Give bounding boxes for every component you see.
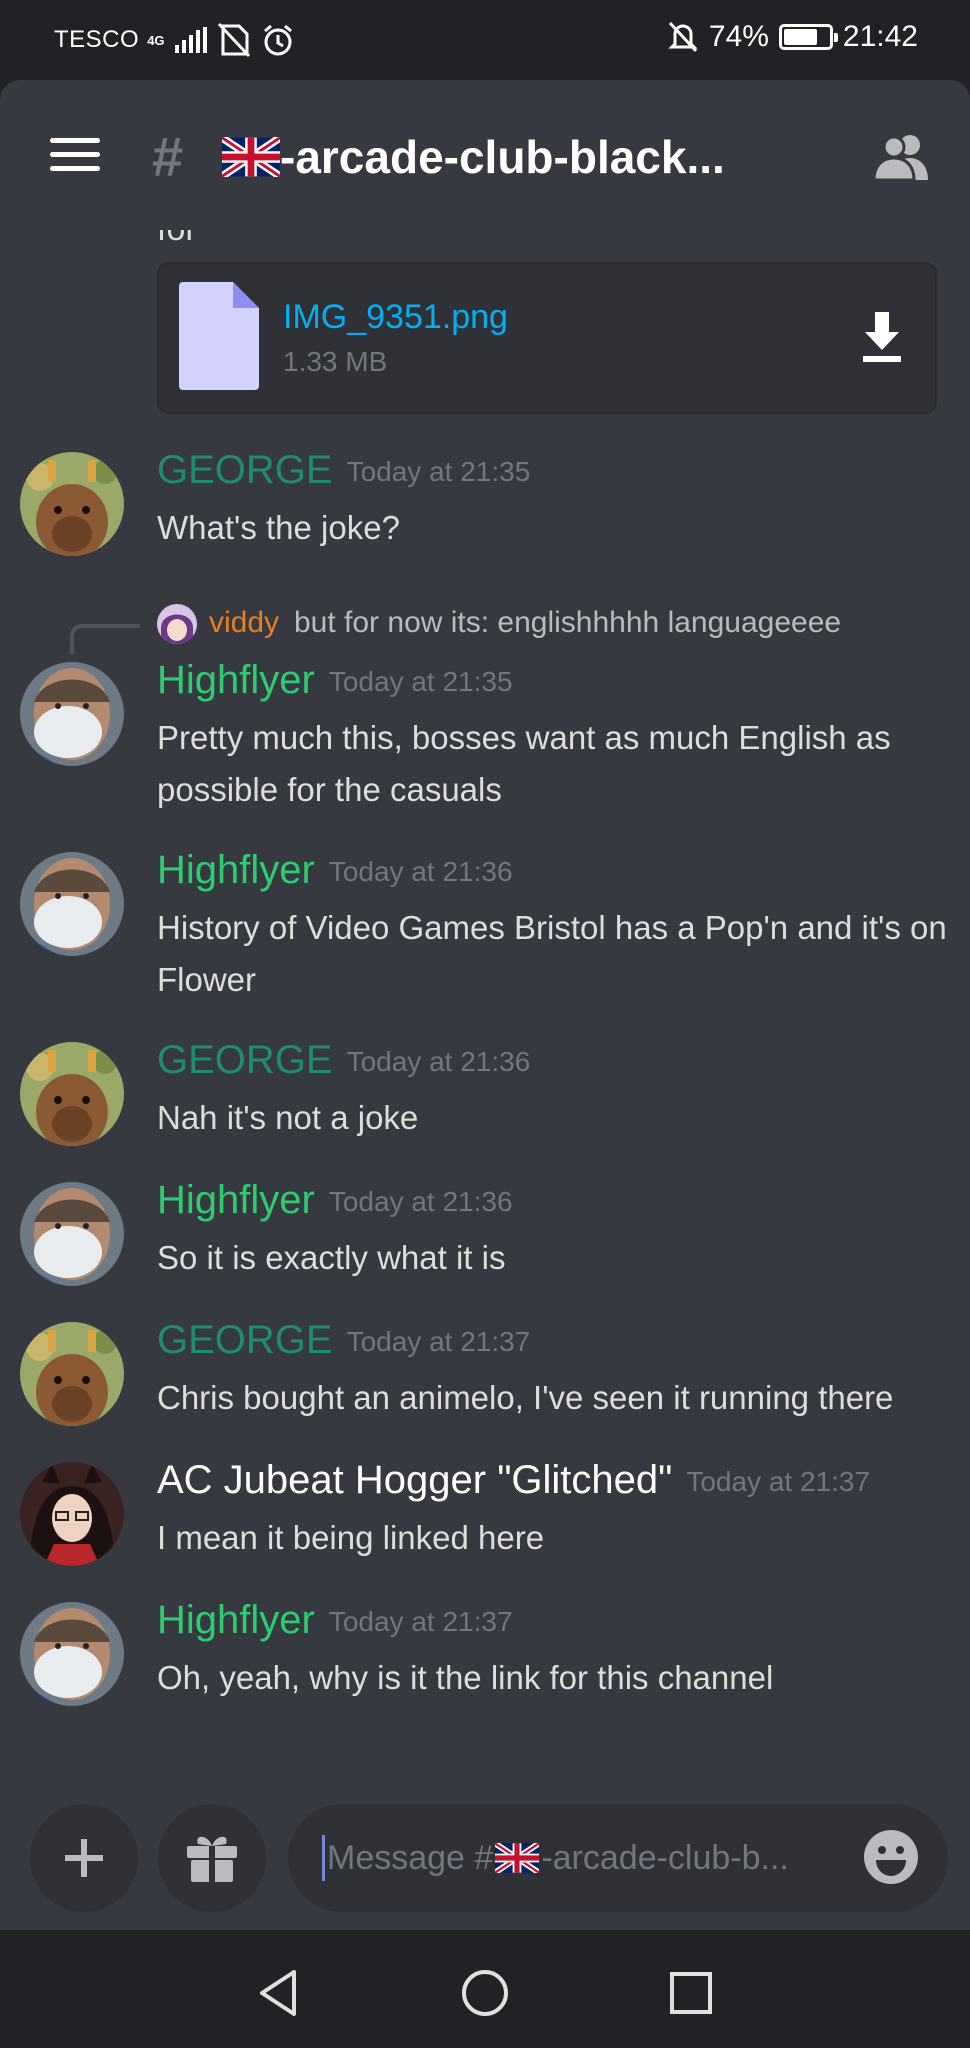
highflyer-avatar-image — [20, 1182, 124, 1286]
system-nav-bar — [0, 1930, 970, 2048]
message-text: Oh, yeah, why is it the link for this ch… — [157, 1659, 774, 1696]
members-icon[interactable] — [870, 132, 934, 182]
message-text: So it is exactly what it is — [157, 1239, 506, 1276]
author-name[interactable]: GEORGE — [157, 1318, 333, 1362]
placeholder-suffix: -arcade-club-b... — [541, 1838, 789, 1877]
message-composer: Message # -arcade-club-b... — [0, 1800, 970, 1930]
back-icon[interactable] — [252, 1966, 306, 2020]
download-icon[interactable] — [857, 310, 907, 364]
message-text: I mean it being linked here — [157, 1519, 545, 1556]
plus-icon — [65, 1839, 103, 1877]
author-name[interactable]: Highflyer — [157, 848, 315, 892]
uk-flag-icon — [495, 1843, 540, 1873]
capybara-avatar-image — [20, 1322, 124, 1426]
avatar-capybara[interactable] — [20, 1322, 124, 1426]
clock: 21:42 — [842, 20, 918, 53]
file-name-link[interactable]: IMG_9351.png — [283, 298, 508, 337]
message-text: What's the joke? — [157, 509, 400, 546]
message-timestamp: Today at 21:37 — [686, 1466, 871, 1498]
placeholder-prefix: Message # — [327, 1838, 494, 1877]
channel-title[interactable]: -arcade-club-black... — [222, 130, 822, 184]
menu-icon[interactable] — [50, 138, 100, 172]
highflyer-avatar-image — [20, 662, 124, 766]
reply-connector — [70, 624, 140, 654]
author-name[interactable]: Highflyer — [157, 1178, 315, 1222]
message-author[interactable]: Highflyer Today at 21:37 — [157, 1598, 513, 1643]
gift-button[interactable] — [158, 1804, 266, 1912]
message-author[interactable]: Highflyer Today at 21:36 — [157, 848, 513, 893]
message-author[interactable]: Highflyer Today at 21:36 — [157, 1178, 513, 1223]
mute-notifications-icon — [668, 21, 698, 53]
author-name[interactable]: Highflyer — [157, 658, 315, 702]
home-icon[interactable] — [458, 1966, 512, 2020]
highflyer-avatar-image — [20, 852, 124, 956]
reply-reference[interactable]: viddy but for now its: englishhhhh langu… — [0, 600, 970, 654]
add-attachment-button[interactable] — [30, 1804, 138, 1912]
avatar-highflyer[interactable] — [20, 1602, 124, 1706]
file-size: 1.33 MB — [283, 346, 388, 377]
reply-snippet: but for now its: englishhhhh languageeee — [294, 606, 842, 639]
no-sim-icon — [218, 22, 251, 58]
channel-header: # -arcade-club-black... — [0, 80, 970, 230]
message-author[interactable]: GEORGE Today at 21:36 — [157, 1038, 530, 1083]
message-text: Chris bought an animelo, I've seen it ru… — [157, 1379, 894, 1416]
message-author[interactable]: Highflyer Today at 21:35 — [157, 658, 513, 703]
message-timestamp: Today at 21:35 — [346, 456, 531, 488]
reply-avatar — [157, 604, 197, 644]
channel-hash-icon: # — [152, 125, 184, 188]
uk-flag-icon — [222, 137, 280, 177]
status-right: 74% 21:42 — [667, 20, 918, 54]
file-attachment[interactable]: IMG_9351.png 1.33 MB — [157, 262, 937, 414]
message-author[interactable]: AC Jubeat Hogger "Glitched" Today at 21:3… — [157, 1458, 870, 1503]
recents-icon[interactable] — [664, 1966, 718, 2020]
message-timestamp: Today at 21:37 — [346, 1326, 531, 1358]
author-name[interactable]: AC Jubeat Hogger "Glitched" — [157, 1458, 672, 1502]
channel-name: -arcade-club-black... — [280, 131, 725, 183]
message-text: Pretty much this, bosses want as much En… — [157, 719, 891, 808]
message-text: Nah it's not a joke — [157, 1099, 419, 1136]
avatar-highflyer[interactable] — [20, 1182, 124, 1286]
battery-percent: 74% — [708, 20, 769, 53]
message-placeholder: Message # -arcade-club-b... — [327, 1839, 827, 1878]
file-icon — [179, 282, 259, 390]
viddy-avatar-image — [157, 604, 197, 644]
battery-icon — [778, 24, 838, 50]
message-timestamp: Today at 21:37 — [328, 1606, 513, 1638]
text-caret — [322, 1835, 325, 1881]
message-author[interactable]: GEORGE Today at 21:35 — [157, 448, 530, 493]
battery-fill — [783, 29, 817, 45]
status-bar: TESCO 4G 74% 21:42 — [0, 0, 970, 80]
message-input[interactable]: Message # -arcade-club-b... — [288, 1804, 948, 1912]
network-type: 4G — [147, 32, 165, 48]
alarm-icon — [264, 24, 293, 56]
message-author[interactable]: GEORGE Today at 21:37 — [157, 1318, 530, 1363]
capybara-avatar-image — [20, 452, 124, 556]
reply-author[interactable]: viddy — [209, 606, 279, 640]
message-list[interactable]: for IMG_9351.png 1.33 MB GEORGE Today at … — [0, 230, 970, 1800]
signal-icon — [175, 27, 208, 53]
avatar-capybara[interactable] — [20, 1042, 124, 1146]
message-text: History of Video Games Bristol has a Pop… — [157, 909, 947, 998]
capybara-avatar-image — [20, 1042, 124, 1146]
cut-off-message: for — [157, 230, 197, 249]
avatar-highflyer[interactable] — [20, 662, 124, 766]
carrier-label: TESCO — [54, 26, 140, 53]
emoji-icon[interactable] — [862, 1828, 920, 1886]
avatar-jubeat-hogger[interactable] — [20, 1462, 124, 1566]
author-name[interactable]: GEORGE — [157, 448, 333, 492]
gift-icon — [187, 1836, 237, 1882]
status-left: TESCO 4G — [54, 22, 295, 58]
author-name[interactable]: Highflyer — [157, 1598, 315, 1642]
highflyer-avatar-image — [20, 1602, 124, 1706]
anime-avatar-image — [20, 1462, 124, 1566]
message-timestamp: Today at 21:35 — [328, 666, 513, 698]
author-name[interactable]: GEORGE — [157, 1038, 333, 1082]
message-timestamp: Today at 21:36 — [346, 1046, 531, 1078]
avatar-highflyer[interactable] — [20, 852, 124, 956]
avatar-capybara[interactable] — [20, 452, 124, 556]
message-timestamp: Today at 21:36 — [328, 1186, 513, 1218]
message-timestamp: Today at 21:36 — [328, 856, 513, 888]
